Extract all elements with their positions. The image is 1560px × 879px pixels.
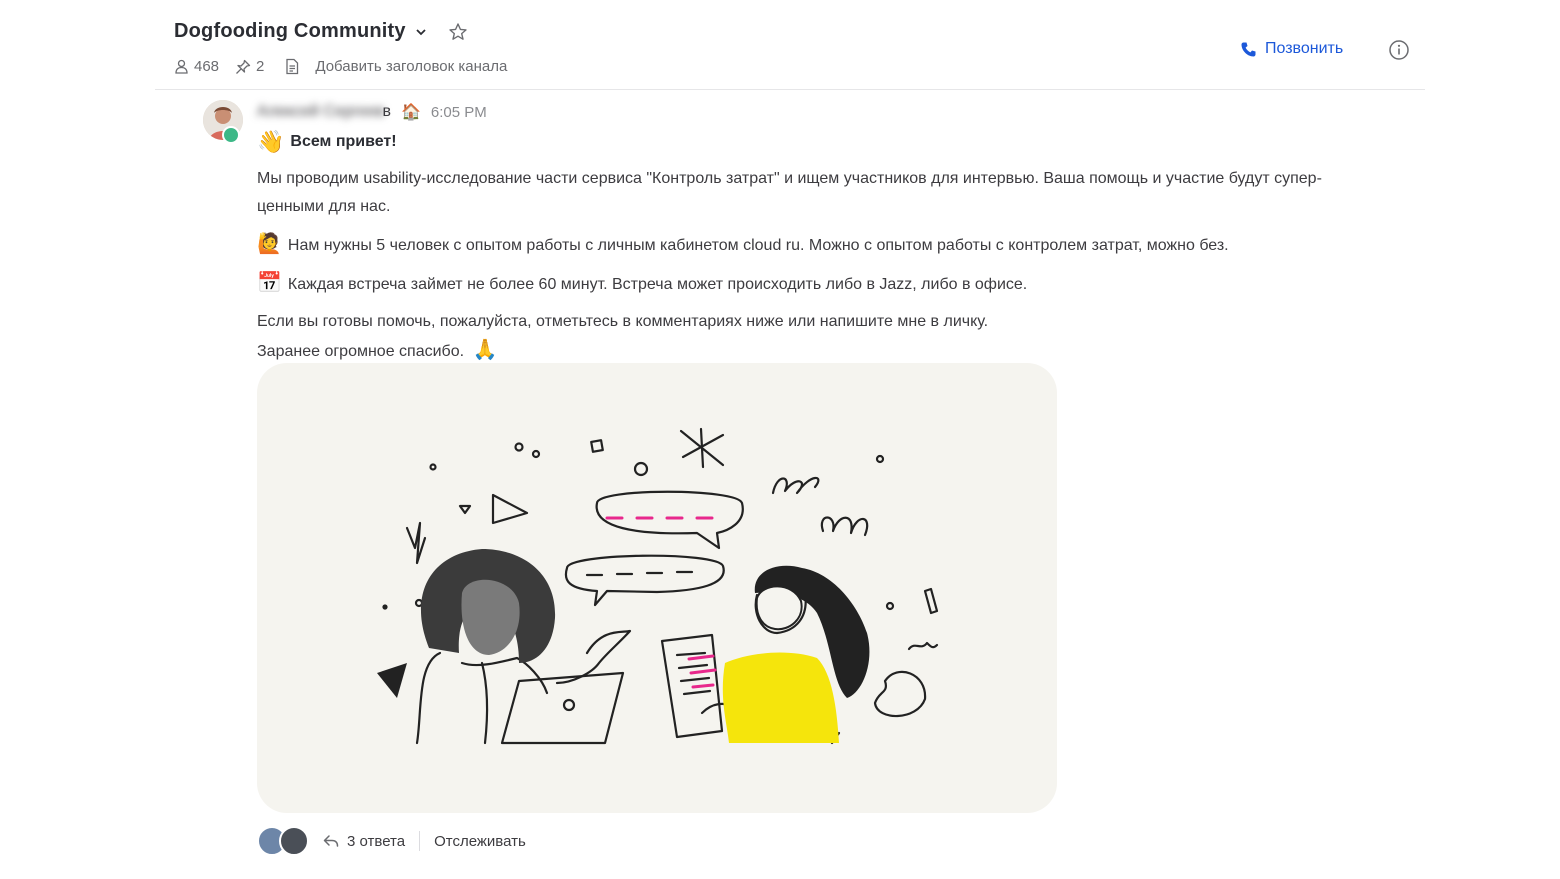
star-icon[interactable] bbox=[448, 22, 468, 42]
channel-title-row[interactable]: Dogfooding Community bbox=[174, 20, 468, 43]
message-paragraph-4: Если вы готовы помочь, пожалуйста, отмет… bbox=[257, 313, 989, 330]
call-button[interactable]: Позвонить bbox=[1240, 40, 1343, 58]
message-header: Алексей Сергеев в 🏠 6:05 PM bbox=[257, 100, 487, 124]
channel-title[interactable]: Dogfooding Community bbox=[174, 20, 406, 43]
author-name[interactable]: Алексей Сергеев bbox=[257, 103, 385, 121]
para5-text: Заранее огромное спасибо. bbox=[257, 343, 465, 360]
footer-separator bbox=[419, 831, 421, 851]
members-count-value: 468 bbox=[194, 58, 220, 75]
add-channel-header[interactable]: Добавить заголовок канала bbox=[284, 58, 507, 75]
info-icon[interactable] bbox=[1388, 39, 1410, 61]
follow-thread-button[interactable]: Отслеживать bbox=[434, 833, 526, 850]
members-icon bbox=[175, 59, 188, 74]
document-icon bbox=[286, 58, 299, 75]
pray-emoji: 🙏 bbox=[472, 339, 498, 361]
para2-text: Нам нужны 5 человек с опытом работы с ли… bbox=[287, 237, 1229, 254]
reply-icon bbox=[323, 835, 339, 847]
message-paragraph-2: 🙋 Нам нужны 5 человек с опытом работы с л… bbox=[257, 230, 1387, 260]
participant-avatar[interactable] bbox=[279, 826, 309, 856]
channel-header: Dogfooding Community 468 2 Добавить заго… bbox=[0, 0, 1560, 90]
thread-footer: 3 ответа Отслеживать bbox=[257, 826, 526, 856]
message-paragraph-3: 📅 Каждая встреча займет не более 60 минут… bbox=[257, 269, 1387, 299]
message-paragraph-1: Мы проводим usability-исследование части… bbox=[257, 170, 1322, 215]
call-label: Позвонить bbox=[1265, 40, 1344, 57]
phone-icon bbox=[1241, 42, 1256, 56]
message-body: 👋 Всем привет! Мы проводим usability-исс… bbox=[257, 128, 1387, 366]
channel-meta: 468 2 Добавить заголовок канала bbox=[174, 58, 523, 75]
greeting-line: 👋 Всем привет! bbox=[257, 128, 1387, 156]
pin-icon bbox=[236, 59, 251, 74]
header-divider bbox=[155, 89, 1425, 90]
pinned-count-value: 2 bbox=[256, 58, 265, 75]
status-emoji: 🏠 bbox=[401, 104, 421, 121]
online-status-dot bbox=[222, 126, 240, 144]
calendar-emoji: 📅 bbox=[257, 272, 282, 294]
greeting-text: Всем привет! bbox=[290, 133, 397, 150]
raising-hand-emoji: 🙋 bbox=[257, 233, 282, 255]
chevron-down-icon[interactable] bbox=[414, 25, 428, 39]
replies-link[interactable]: 3 ответа bbox=[323, 833, 405, 850]
add-header-label: Добавить заголовок канала bbox=[315, 58, 508, 75]
wave-emoji: 👋 bbox=[257, 129, 285, 154]
illustration-people-talking bbox=[377, 427, 939, 745]
replies-label: 3 ответа bbox=[347, 832, 406, 850]
message-paragraph-5: Заранее огромное спасибо. 🙏 bbox=[257, 336, 1387, 366]
members-count[interactable]: 468 bbox=[174, 58, 219, 75]
pinned-count[interactable]: 2 bbox=[235, 58, 264, 75]
message-time[interactable]: 6:05 PM bbox=[431, 104, 487, 121]
attached-image[interactable] bbox=[257, 363, 1057, 813]
para3-text: Каждая встреча займет не более 60 минут.… bbox=[287, 276, 1028, 293]
